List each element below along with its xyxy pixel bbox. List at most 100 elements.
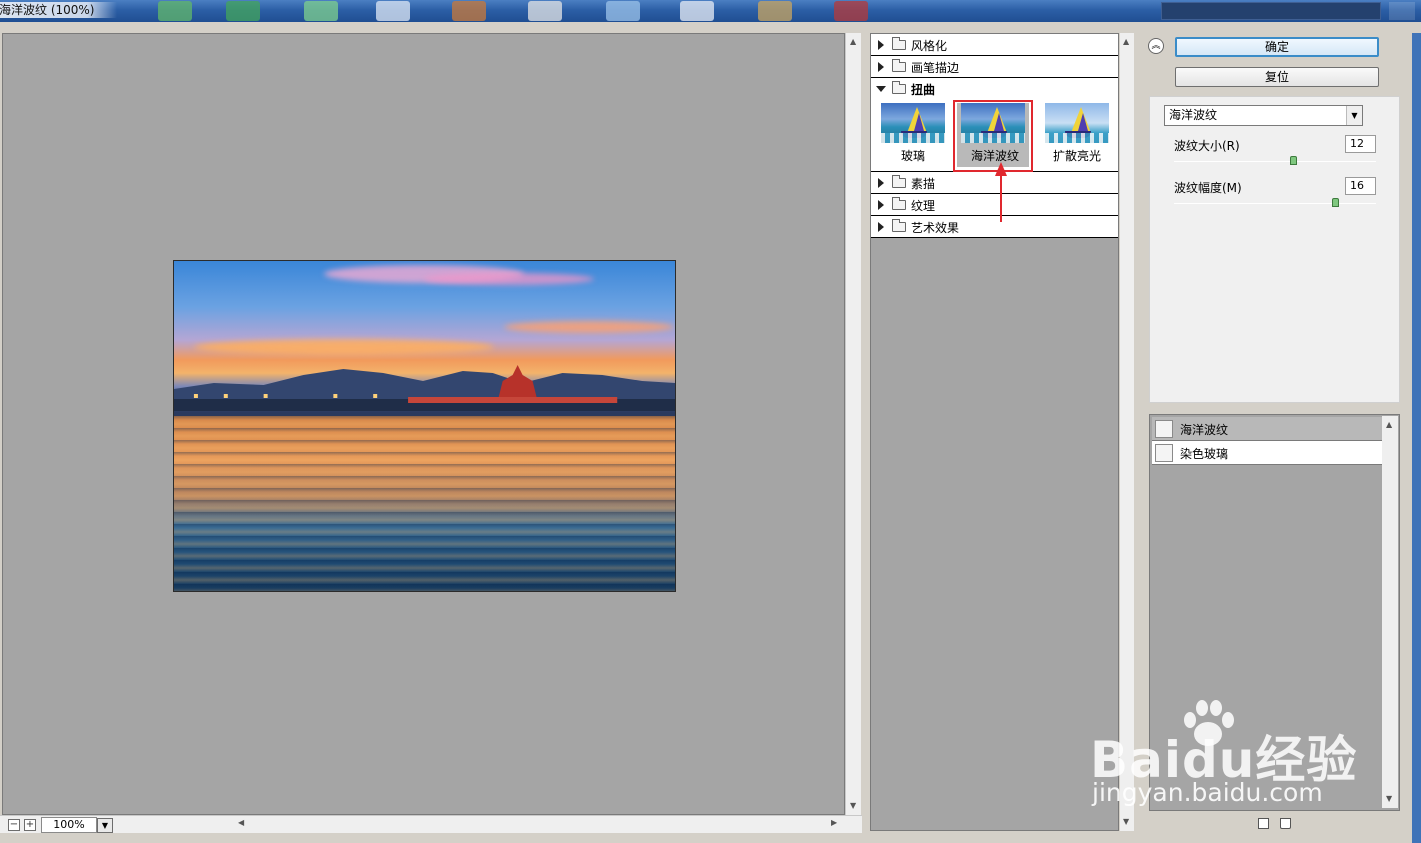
annotation-arrow-icon (995, 162, 1007, 222)
sail-icon (914, 113, 924, 131)
sky-cloud (424, 273, 594, 285)
category-label: 素描 (911, 177, 936, 191)
effect-layers-panel: 海洋波纹 染色玻璃 (1149, 414, 1400, 811)
thumb-label: 扩散亮光 (1052, 149, 1101, 163)
collapse-triangle-icon[interactable] (876, 86, 886, 92)
expand-triangle-icon[interactable] (878, 40, 884, 50)
taskbar-tile-icon[interactable] (606, 1, 640, 21)
effect-layer-row[interactable]: 海洋波纹 (1152, 417, 1382, 441)
taskbar-tile-icon[interactable] (226, 1, 260, 21)
sail-icon (994, 113, 1004, 131)
ripple-size-slider[interactable] (1174, 156, 1376, 165)
sky-cloud (194, 339, 494, 355)
filter-thumb-diffuse-glow[interactable]: 扩散亮光 (1037, 100, 1117, 172)
scroll-up-icon[interactable]: ▲ (850, 37, 856, 46)
filter-select-value: 海洋波纹 (1169, 108, 1218, 122)
scroll-left-icon[interactable]: ◀ (238, 818, 244, 827)
filter-settings-panel: 海洋波纹 ▼ 波纹大小(R) 12 波纹幅度(M) 16 (1149, 96, 1400, 403)
ok-button[interactable]: 确定 (1175, 37, 1379, 57)
waves-icon (1045, 133, 1109, 143)
taskbar-tile-icon[interactable] (680, 1, 714, 21)
zoom-in-button[interactable]: + (24, 819, 36, 831)
waves-icon (961, 133, 1025, 143)
preview-vertical-scrollbar[interactable]: ▲ ▼ (845, 33, 861, 815)
ripple-magnitude-input[interactable]: 16 (1345, 177, 1376, 195)
category-label: 扭曲 (911, 83, 936, 97)
ripple-size-input[interactable]: 12 (1345, 135, 1376, 153)
scroll-right-icon[interactable]: ▶ (831, 818, 837, 827)
title-bar: 海洋波纹 (100%) (0, 0, 1421, 22)
category-label: 画笔描边 (911, 61, 960, 75)
taskbar-tile-icon[interactable] (528, 1, 562, 21)
expand-triangle-icon[interactable] (878, 178, 884, 188)
layer-visibility-toggle[interactable] (1155, 444, 1173, 462)
scroll-down-icon[interactable]: ▼ (1123, 817, 1129, 826)
chevron-down-icon[interactable]: ▼ (1346, 106, 1362, 125)
scroll-up-icon[interactable]: ▲ (1123, 37, 1129, 46)
scroll-down-icon[interactable]: ▼ (1386, 794, 1392, 803)
preview-image[interactable] (173, 260, 676, 592)
ripple-size-label: 波纹大小(R) (1174, 139, 1240, 153)
zoom-level-field[interactable]: 100% (41, 817, 97, 833)
expand-triangle-icon[interactable] (878, 200, 884, 210)
taskbar-tile-icon[interactable] (452, 1, 486, 21)
filter-thumb-ocean-ripple[interactable]: 海洋波纹 (953, 100, 1033, 172)
folder-open-icon (892, 81, 906, 94)
waves-icon (881, 133, 945, 143)
window-edge (1412, 33, 1421, 843)
taskbar-tile-icon[interactable] (834, 1, 868, 21)
window-title: 海洋波纹 (100%) (0, 2, 117, 18)
filter-select-dropdown[interactable]: 海洋波纹 ▼ (1164, 105, 1363, 126)
ripple-magnitude-slider-handle[interactable] (1332, 198, 1339, 207)
effect-layer-row[interactable]: 染色玻璃 (1152, 441, 1382, 465)
preview-canvas[interactable] (2, 33, 845, 815)
ripple-magnitude-slider[interactable] (1174, 198, 1376, 207)
category-distort[interactable]: 扭曲 (871, 78, 1118, 100)
close-window-icon[interactable] (1389, 2, 1415, 20)
layer-name: 染色玻璃 (1180, 447, 1229, 461)
folder-icon (892, 175, 906, 188)
category-label: 艺术效果 (911, 221, 960, 235)
trash-icon[interactable] (1280, 818, 1291, 829)
folder-icon (892, 197, 906, 210)
taskbar-tile-icon[interactable] (158, 1, 192, 21)
taskbar-tile-icon[interactable] (304, 1, 338, 21)
mountain-silhouette (174, 365, 675, 411)
category-stylize[interactable]: 风格化 (871, 34, 1118, 56)
taskbar-tile-icon[interactable] (376, 1, 410, 21)
ocean-ripple-thumbnail (961, 103, 1025, 143)
filter-gallery-panel: 风格化 画笔描边 扭曲 玻璃 海洋波纹 扩散亮光 素描 纹理 艺术效果 (870, 33, 1119, 831)
zoom-dropdown-icon[interactable]: ▼ (97, 818, 113, 833)
expand-triangle-icon[interactable] (878, 222, 884, 232)
scroll-down-icon[interactable]: ▼ (850, 801, 856, 810)
reset-button[interactable]: 复位 (1175, 67, 1379, 87)
title-search-box[interactable] (1161, 2, 1381, 20)
category-brush-strokes[interactable]: 画笔描边 (871, 56, 1118, 78)
ripple-size-slider-handle[interactable] (1290, 156, 1297, 165)
sail-icon (1078, 113, 1088, 131)
rippled-water (174, 416, 675, 591)
glass-thumbnail (881, 103, 945, 143)
category-label: 风格化 (911, 39, 948, 53)
category-label: 纹理 (911, 199, 936, 213)
sky-cloud (504, 321, 674, 333)
gallery-scrollbar[interactable]: ▲ ▼ (1120, 33, 1134, 831)
layer-visibility-toggle[interactable] (1155, 420, 1173, 438)
status-bar: − + 100% ▼ ◀ ▶ (0, 815, 862, 833)
folder-icon (892, 219, 906, 232)
zoom-out-button[interactable]: − (8, 819, 20, 831)
taskbar-tile-icon[interactable] (758, 1, 792, 21)
diffuse-glow-thumbnail (1045, 103, 1109, 143)
new-effect-layer-icon[interactable] (1258, 818, 1269, 829)
folder-icon (892, 59, 906, 72)
scroll-up-icon[interactable]: ▲ (1386, 420, 1392, 429)
layer-name: 海洋波纹 (1180, 423, 1229, 437)
collapse-gallery-button[interactable]: ︽ (1148, 38, 1164, 54)
preview-horizontal-scrollbar[interactable]: ◀ ▶ (236, 818, 843, 832)
ripple-magnitude-label: 波纹幅度(M) (1174, 181, 1242, 195)
thumb-label: 玻璃 (900, 149, 925, 163)
filter-thumb-glass[interactable]: 玻璃 (873, 100, 953, 172)
expand-triangle-icon[interactable] (878, 62, 884, 72)
layers-scrollbar[interactable]: ▲ ▼ (1382, 416, 1398, 808)
folder-icon (892, 37, 906, 50)
